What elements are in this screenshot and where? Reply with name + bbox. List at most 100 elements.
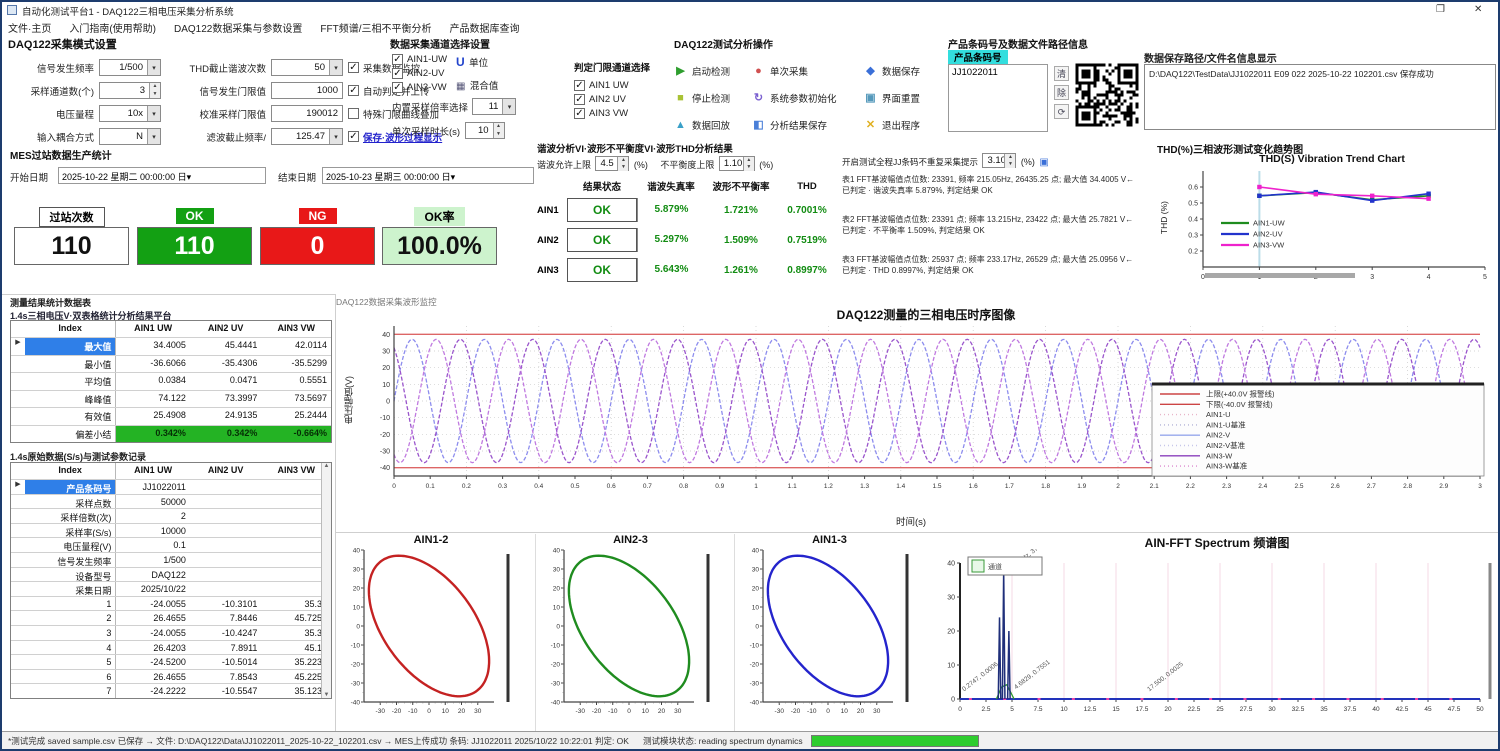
channel-checkbox-2[interactable]: ✓AIN3-VW xyxy=(392,80,447,94)
table-row[interactable]: 226.46557.844645.7252 xyxy=(11,610,331,625)
table-row[interactable]: ▶产品条码号JJ1022011 xyxy=(11,479,331,494)
divider xyxy=(336,532,1500,533)
table-cell: DAQ122 xyxy=(116,568,190,582)
barcode-input[interactable]: JJ1022011 xyxy=(948,64,1048,132)
log-block-1[interactable]: 表2 FFT基波幅值点位数: 23391 点; 频率 13.215Hz, 234… xyxy=(842,214,1139,250)
results-header: 谐波分析VI·波形不平衡度VI·波形THD分析结果 xyxy=(537,141,837,155)
svg-text:10: 10 xyxy=(947,663,955,670)
save-path-text[interactable]: D:\DAQ122\TestData\JJ1022011 E09 022 202… xyxy=(1144,64,1496,130)
table-row[interactable]: 采样率(S/s)10000 xyxy=(11,523,331,538)
op-button-5[interactable]: ▣界面重置 xyxy=(864,91,942,105)
barcode-repeat-spinner[interactable]: 3.10▲▼ xyxy=(982,153,1016,168)
barcode-side-button-0[interactable]: 清 xyxy=(1054,66,1069,81)
table-row[interactable]: 3-24.0055-10.424735.35 xyxy=(11,625,331,640)
duration-spinner[interactable]: 10▲▼ xyxy=(465,122,505,139)
table-row[interactable]: 电压量程(V)0.1 xyxy=(11,537,331,552)
row-marker: ▶ xyxy=(11,338,25,355)
daq-field-1-2[interactable]: 1000 xyxy=(271,82,343,99)
table-row[interactable]: 偏差小结0.342%0.342%-0.664% xyxy=(11,425,331,443)
table-row[interactable]: 设备型号DAQ122 xyxy=(11,567,331,582)
alarm-checkbox-0[interactable]: ✓AIN1 UW xyxy=(574,78,674,92)
results-value-cell: 0.7001% xyxy=(777,205,837,216)
harmonic-limit-spinner[interactable]: 4.5▲▼ xyxy=(595,156,629,171)
barcode-side-button-2[interactable]: ⟳ xyxy=(1054,104,1069,119)
op-button-4[interactable]: ↻系统参数初始化 xyxy=(752,91,864,105)
status-text: *测试完成 saved sample.csv 已保存 → 文件: D:\DAQ1… xyxy=(8,735,629,747)
table-row[interactable]: 有效值25.490824.913525.2444 xyxy=(11,407,331,425)
row-marker xyxy=(11,373,25,390)
table-row[interactable]: 最小值-36.6066-35.4306-35.5299 xyxy=(11,355,331,373)
op-button-1[interactable]: ●单次采集 xyxy=(752,64,864,78)
raw-table-scrollbar[interactable]: ▲▼ xyxy=(321,463,331,698)
row-label: 7 xyxy=(25,684,116,698)
daq-field-0-1[interactable]: 1/500▾ xyxy=(99,59,161,76)
end-date-picker[interactable]: 2025-10-23 星期三 00:00:00 日▾ xyxy=(322,167,534,184)
results-status-cell: OK xyxy=(567,228,637,252)
table-row[interactable]: 7-24.2222-10.554735.1233 xyxy=(11,683,331,698)
daq-field-2-2[interactable]: 190012 xyxy=(271,105,343,122)
start-date-picker[interactable]: 2025-10-22 星期二 00:00:00 日▾ xyxy=(58,167,266,184)
row-marker xyxy=(11,568,25,582)
unit-button[interactable]: U 单位 xyxy=(456,53,488,71)
log-block-2[interactable]: 表3 FFT基波幅值点位数: 25937 点; 频率 233.17Hz, 265… xyxy=(842,254,1139,290)
log-block-0[interactable]: 表1 FFT基波幅值点位数: 23391, 频率 215.05Hz, 26435… xyxy=(842,174,1139,210)
daq-field-0-2[interactable]: 50▾ xyxy=(271,59,343,76)
table-row[interactable]: 5-24.5200-10.501435.2237 xyxy=(11,654,331,669)
spinner-arrows-icon[interactable]: ▲▼ xyxy=(149,83,160,98)
daq-field-1-1[interactable]: 3▲▼ xyxy=(99,82,161,99)
menu-item-0[interactable]: 文件·主页 xyxy=(8,20,51,35)
channel-select-title: 数据采集通道选择设置 xyxy=(390,36,562,51)
table-row[interactable]: 平均值0.03840.04710.5551 xyxy=(11,372,331,390)
op-button-3[interactable]: ■停止检测 xyxy=(674,91,752,105)
menu-item-3[interactable]: FFT频谱/三相不平衡分析 xyxy=(320,20,431,35)
op-button-0[interactable]: ▶启动检测 xyxy=(674,64,752,78)
app-icon xyxy=(7,5,17,15)
svg-text:AIN1-UW: AIN1-UW xyxy=(1253,219,1286,228)
channel-checkbox-0[interactable]: ✓AIN1-UW xyxy=(392,52,447,66)
daq-field-3-1[interactable]: N▾ xyxy=(99,128,161,145)
table-cell: -10.5547 xyxy=(190,684,262,698)
checkbox-icon: ✓ xyxy=(392,82,403,93)
table-row[interactable]: 626.46557.854345.2252 xyxy=(11,669,331,684)
menu-item-1[interactable]: 入门指南(使用帮助) xyxy=(69,20,156,35)
table-row[interactable]: 426.42037.891145.15 xyxy=(11,640,331,655)
daq-field-2-1[interactable]: 10x▾ xyxy=(99,105,161,122)
svg-text:0.5: 0.5 xyxy=(1188,201,1198,208)
mixed-button[interactable]: ▦ 混合值 xyxy=(456,76,498,94)
close-button[interactable]: ✕ xyxy=(1474,4,1482,15)
spinner-arrows-icon[interactable]: ▲▼ xyxy=(493,123,504,138)
row-label: 信号发生频率 xyxy=(25,553,116,567)
barcode-side-button-1[interactable]: 除 xyxy=(1054,85,1069,100)
restore-button[interactable]: ❐ xyxy=(1436,4,1445,15)
table-row[interactable]: 采样倍数(次)2 xyxy=(11,508,331,523)
daq-field-3-2[interactable]: 125.47▾ xyxy=(271,128,343,145)
table-header-row: IndexAIN1 UWAIN2 UVAIN3 VW xyxy=(11,321,331,337)
log-settings-icon[interactable]: ▣ xyxy=(1039,157,1048,168)
menu-item-2[interactable]: DAQ122数据采集与参数设置 xyxy=(174,20,302,35)
results-row: AIN2OK5.297%1.509%0.7519% xyxy=(537,225,837,255)
table-row[interactable]: 采样点数50000 xyxy=(11,494,331,509)
svg-text:-10: -10 xyxy=(380,415,390,422)
op-button-6[interactable]: ▲数据回放 xyxy=(674,118,752,132)
alarm-checkbox-2[interactable]: ✓AIN3 VW xyxy=(574,106,674,120)
table-row[interactable]: 采集日期2025/10/22 xyxy=(11,581,331,596)
channel-checkbox-1[interactable]: ✓AIN2-UV xyxy=(392,66,447,80)
op-button-7[interactable]: ◧分析结果保存 xyxy=(752,118,864,132)
table-row[interactable]: 峰峰值74.12273.399773.5697 xyxy=(11,390,331,408)
progress-bar xyxy=(811,735,979,747)
op-button-8[interactable]: ✕退出程序 xyxy=(864,118,942,132)
row-marker xyxy=(11,611,25,625)
table-row[interactable]: 信号发生频率1/500 xyxy=(11,552,331,567)
oversample-combo[interactable]: 11▾ xyxy=(472,98,516,115)
chevron-down-icon: ▾ xyxy=(329,129,342,144)
results-channel-label: AIN2 xyxy=(537,235,567,246)
table-cell: 73.3997 xyxy=(190,391,262,408)
imbalance-limit-spinner[interactable]: 1.10▲▼ xyxy=(719,156,755,171)
op-button-2[interactable]: ◆数据保存 xyxy=(864,64,942,78)
menu-item-4[interactable]: 产品数据库查询 xyxy=(449,20,519,35)
table-row[interactable]: ▶最大值34.400545.444142.0114 xyxy=(11,337,331,355)
table-row[interactable]: 1-24.0055-10.310135.35 xyxy=(11,596,331,611)
alarm-checkbox-1[interactable]: ✓AIN2 UV xyxy=(574,92,674,106)
table-cell: -24.0055 xyxy=(116,626,190,640)
svg-text:2.5: 2.5 xyxy=(981,706,990,713)
